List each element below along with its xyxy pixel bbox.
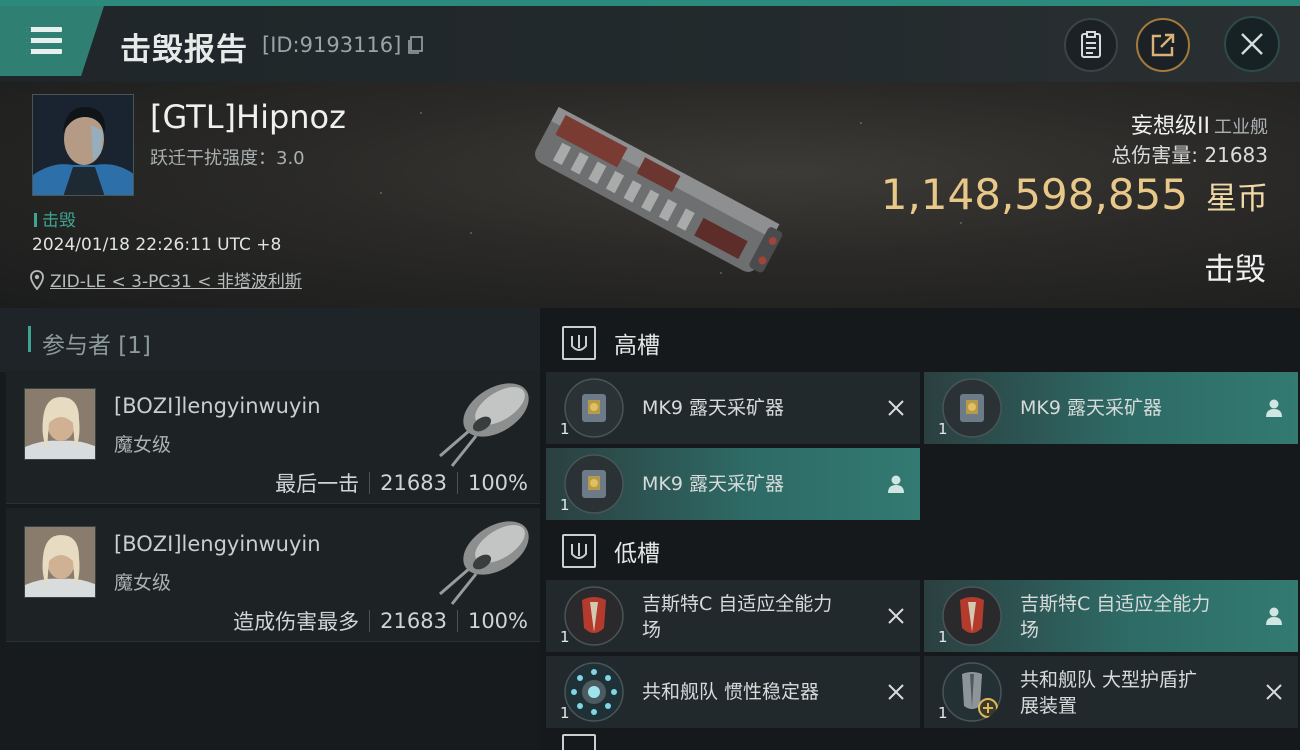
attacker-percent: 100% — [467, 471, 528, 495]
dropped-person-icon — [884, 472, 908, 496]
attacker-role: 造成伤害最多 — [233, 610, 360, 634]
attacker-row[interactable]: [BOZI]lengyinwuyin 魔女级 最后一击 21683 100% — [6, 370, 540, 504]
low-slot-header: 低槽 — [540, 518, 1300, 584]
killmail-id[interactable]: [ID:9193116] — [262, 33, 424, 57]
attacker-avatar[interactable] — [24, 526, 96, 598]
warp-disrupt-strength: 跃迁干扰强度：3.0 — [150, 148, 305, 169]
attacker-role: 最后一击 — [275, 472, 360, 496]
menu-button[interactable] — [0, 6, 104, 76]
attacker-row[interactable]: [BOZI]lengyinwuyin 魔女级 造成伤害最多 21683 100% — [6, 508, 540, 642]
module-name: 吉斯特C 自适应全能力 场 — [642, 593, 833, 641]
high-slot-icon — [562, 326, 596, 360]
share-button[interactable] — [1136, 18, 1190, 72]
module-name: MK9 露天采矿器 — [642, 397, 784, 419]
attacker-ship: 魔女级 — [114, 572, 172, 594]
participants-header: 参与者 [1] — [0, 308, 540, 372]
destroyed-x-icon — [884, 680, 908, 704]
high-slot-header: 高槽 — [540, 310, 1300, 376]
module-slot[interactable]: 1 共和舰队 大型护盾扩 展装置 — [924, 656, 1298, 728]
victim-portrait[interactable] — [32, 94, 134, 196]
isk-value: 1,148,598,855 星币 — [881, 170, 1268, 219]
hamburger-icon — [26, 27, 62, 55]
victim-ship-type[interactable]: 妄想级II 工业舰 — [1131, 108, 1268, 140]
participants-panel: 参与者 [1] [BOZI]lengyinwuyin 魔女级 最后一击 2168… — [0, 308, 540, 750]
slot-icon — [562, 734, 596, 750]
module-name: MK9 露天采矿器 — [642, 473, 784, 495]
adaptive-field-icon — [942, 586, 1002, 646]
attacker-name: [BOZI]lengyinwuyin — [114, 394, 321, 418]
fitting-panel: 高槽 1 MK9 露天采矿器 1 MK9 露天采矿器 1 MK9 露天采矿器 低… — [540, 308, 1300, 750]
attacker-damage: 21683 — [380, 609, 447, 633]
victim-panel: [GTL]Hipnoz 跃迁干扰强度：3.0 击毁 2024/01/18 22:… — [0, 82, 1300, 308]
isk-amount: 1,148,598,855 — [880, 170, 1188, 219]
victim-avatar-image — [33, 95, 133, 195]
shield-extender-icon — [942, 662, 1002, 722]
attacker-name: [BOZI]lengyinwuyin — [114, 532, 321, 556]
strip-miner-icon — [564, 378, 624, 438]
dropped-person-icon — [1262, 604, 1286, 628]
attacker-percent: 100% — [467, 609, 528, 633]
strip-miner-icon — [942, 378, 1002, 438]
total-damage: 总伤害量: 21683 — [1111, 143, 1268, 167]
module-slot[interactable]: 1 吉斯特C 自适应全能力 场 — [546, 580, 920, 652]
strip-miner-icon — [564, 454, 624, 514]
attacker-ship: 魔女级 — [114, 434, 172, 456]
victim-name[interactable]: [GTL]Hipnoz — [150, 98, 346, 136]
top-bar: 击毁报告 [ID:9193116] — [0, 0, 1300, 82]
copy-icon[interactable] — [408, 36, 424, 54]
close-icon — [1241, 33, 1263, 55]
kill-datetime: 2024/01/18 22:26:11 UTC +8 — [32, 235, 282, 255]
attacker-stats: 最后一击 21683 100% — [275, 468, 528, 498]
module-name: 共和舰队 大型护盾扩 展装置 — [1020, 669, 1198, 717]
attacker-stats: 造成伤害最多 21683 100% — [233, 606, 528, 636]
clipboard-button[interactable] — [1064, 18, 1118, 72]
share-icon — [1151, 33, 1175, 57]
module-slot[interactable]: 1 MK9 露天采矿器 — [546, 372, 920, 444]
low-slot-icon — [562, 534, 596, 568]
page-title: 击毁报告 — [120, 32, 248, 68]
module-slot[interactable]: 1 共和舰队 惯性稳定器 — [546, 656, 920, 728]
location-pin-icon — [30, 269, 44, 290]
top-accent-line — [0, 0, 1300, 6]
module-slot[interactable]: 1 吉斯特C 自适应全能力 场 — [924, 580, 1298, 652]
attacker-ship-image[interactable] — [426, 374, 536, 470]
kill-status: 击毁 — [1204, 252, 1266, 288]
kill-location-link[interactable]: ZID-LE < 3-PC31 < 非塔波利斯 — [30, 267, 302, 292]
adaptive-field-icon — [564, 586, 624, 646]
destroyed-x-icon — [884, 396, 908, 420]
next-slot-header-partial — [540, 732, 1300, 750]
isk-unit: 星币 — [1206, 181, 1268, 217]
module-slot[interactable]: 1 MK9 露天采矿器 — [924, 372, 1298, 444]
kill-tag: 击毁 — [34, 206, 76, 231]
module-name: 吉斯特C 自适应全能力 场 — [1020, 593, 1211, 641]
attacker-ship-image[interactable] — [426, 512, 536, 608]
clipboard-icon — [1081, 31, 1101, 58]
close-button[interactable] — [1224, 16, 1280, 72]
inertial-stabilizer-icon — [564, 662, 624, 722]
destroyed-x-icon — [884, 604, 908, 628]
attacker-damage: 21683 — [380, 471, 447, 495]
dropped-person-icon — [1262, 396, 1286, 420]
module-slot[interactable]: 1 MK9 露天采矿器 — [546, 448, 920, 520]
kill-location-text: ZID-LE < 3-PC31 < 非塔波利斯 — [50, 272, 302, 292]
destroyed-x-icon — [1262, 680, 1286, 704]
victim-ship-image[interactable] — [510, 92, 800, 292]
module-name: MK9 露天采矿器 — [1020, 397, 1162, 419]
module-name: 共和舰队 惯性稳定器 — [642, 681, 820, 703]
attacker-avatar[interactable] — [24, 388, 96, 460]
